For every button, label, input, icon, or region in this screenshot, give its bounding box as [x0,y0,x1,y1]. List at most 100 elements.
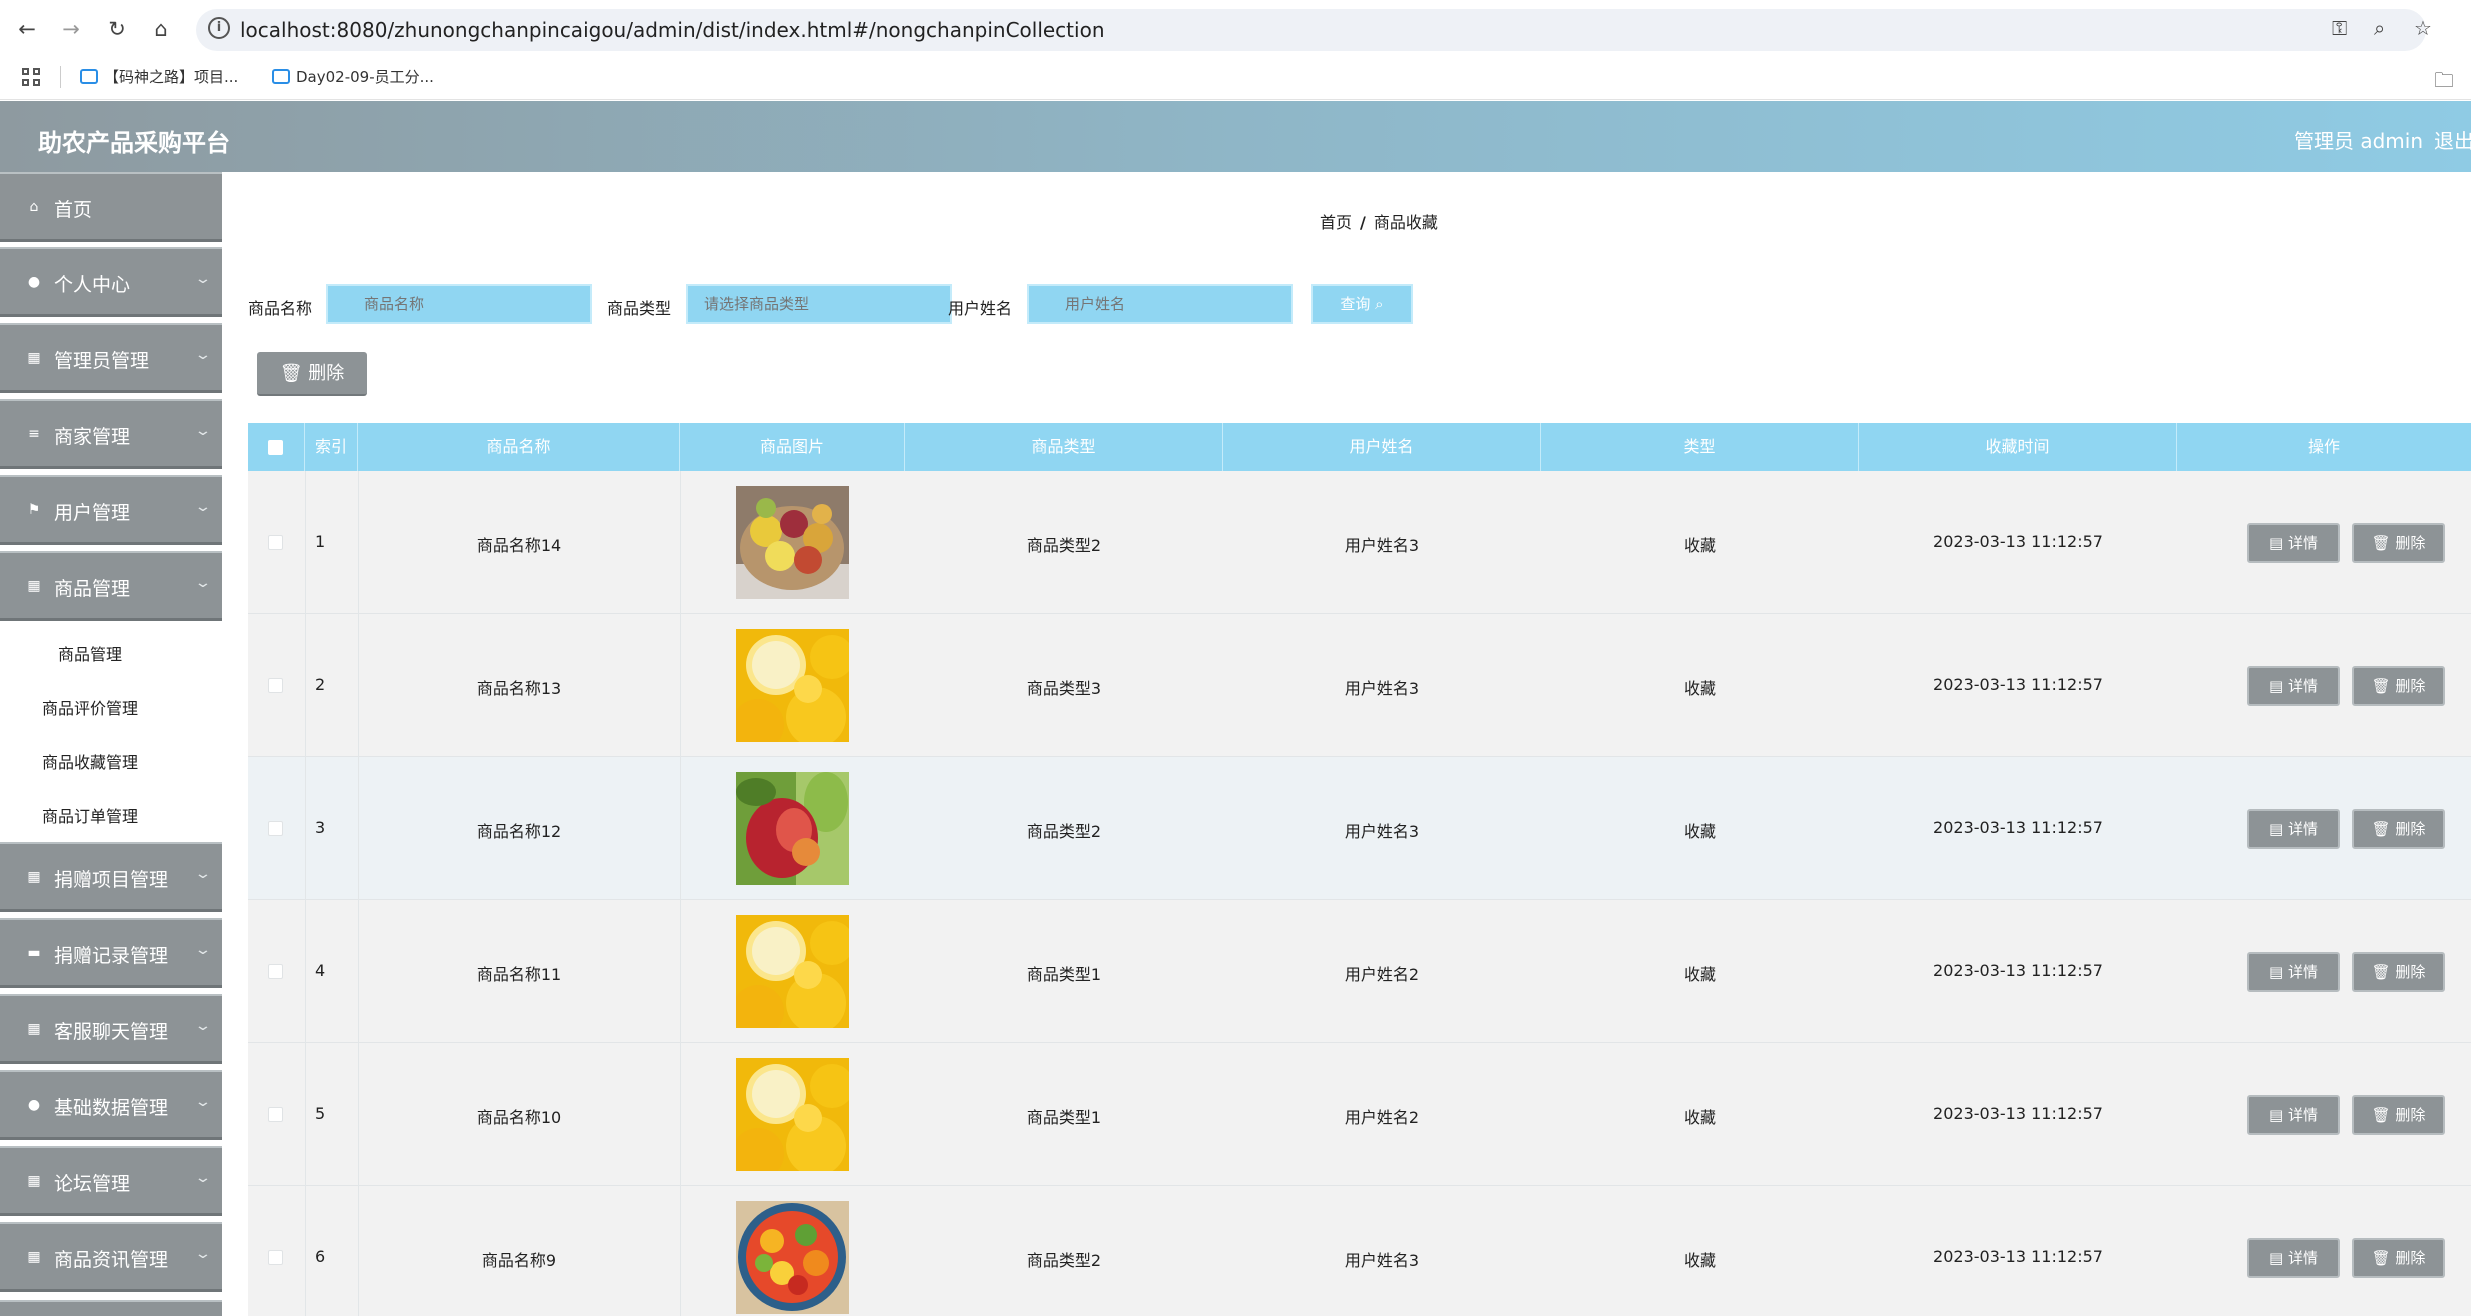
sidebar-item-label: 基础数据管理 [54,1097,169,1119]
forward-icon[interactable]: → [56,14,86,44]
query-button[interactable]: 查询 ⌕ [1311,284,1413,324]
grid-icon: ▦ [27,1021,41,1037]
bulk-delete-button[interactable]: 🗑 删除 [257,352,367,396]
sidebar: ⌂ 首页 ● 个人中心 ⌄ ▦ 管理员管理 ⌄ ≡ 商家管理 ⌄ ⚑ 用户管理 … [0,172,224,1316]
row-checkbox[interactable] [268,1107,283,1122]
select-all-checkbox[interactable] [268,440,283,455]
cell-time: 2023-03-13 11:12:57 [1933,961,2103,980]
header-time: 收藏时间 [1859,423,2177,471]
sidebar-item-label: 用户管理 [54,502,131,524]
product-type-select[interactable] [686,284,952,324]
sidebar-item-users[interactable]: ⚑ 用户管理 ⌄ [0,475,222,545]
sidebar-item-partial[interactable] [0,1300,222,1316]
delete-button[interactable]: 🗑 删除 [2352,809,2445,849]
detail-button[interactable]: ▤ 详情 [2247,666,2340,706]
delete-button[interactable]: 🗑 删除 [2352,1238,2445,1278]
row-checkbox[interactable] [268,964,283,979]
bookmarks-divider [60,66,61,88]
apps-icon[interactable] [22,68,42,88]
chevron-down-icon: ⌄ [194,866,212,882]
delete-button[interactable]: 🗑 删除 [2352,1095,2445,1135]
detail-button[interactable]: ▤ 详情 [2247,952,2340,992]
bookmark-label: 【码神之路】项目... [104,68,239,86]
trash-icon: 🗑 [2371,677,2391,695]
browser-toolbar: ← → ↻ ⌂ i localhost:8080/zhunongchanpinc… [0,0,2471,58]
header-actions: 操作 [2307,437,2340,456]
product-name-input[interactable] [326,284,592,324]
sidebar-item-home[interactable]: ⌂ 首页 [0,172,222,242]
delete-button[interactable]: 🗑 删除 [2352,952,2445,992]
product-image [736,915,849,1028]
sidebar-item-merchants[interactable]: ≡ 商家管理 ⌄ [0,399,222,469]
delete-button[interactable]: 🗑 删除 [2352,666,2445,706]
cell-user: 用户姓名3 [1344,679,1420,698]
chevron-down-icon: ⌄ [194,1170,212,1186]
sidebar-subitem-reviews[interactable]: 商品评价管理 [42,695,138,719]
key-icon[interactable]: ⚿ [2332,16,2347,40]
sidebar-item-personal[interactable]: ● 个人中心 ⌄ [0,247,222,317]
header-index: 索引 [305,423,358,471]
folder-icon[interactable]: 🗀 [2434,66,2454,100]
delete-label: 删除 [2395,963,2426,981]
grid-icon: ▦ [27,1249,41,1265]
reload-icon[interactable]: ↻ [102,14,132,44]
cell-time: 2023-03-13 11:12:57 [1933,1104,2103,1123]
detail-button[interactable]: ▤ 详情 [2247,523,2340,563]
document-icon: ▤ [2269,534,2284,552]
table-row: 2 商品名称13 商品类型3 用户姓名3 收藏 2023-03-13 11:12… [248,614,2471,757]
sidebar-item-label: 捐赠项目管理 [54,869,169,891]
sidebar-subitem-collections[interactable]: 商品收藏管理 [42,749,138,773]
cell-index: 5 [315,1104,326,1123]
sidebar-subitem-products[interactable]: 商品管理 [58,641,122,665]
back-icon[interactable]: ← [12,14,42,44]
detail-button[interactable]: ▤ 详情 [2247,1238,2340,1278]
logout-link[interactable]: 退出 [2434,125,2471,154]
sidebar-item-label: 客服聊天管理 [54,1021,169,1043]
url-text[interactable]: localhost:8080/zhunongchanpincaigou/admi… [240,18,1105,42]
sidebar-item-label: 首页 [54,199,93,221]
row-checkbox[interactable] [268,821,283,836]
cell-time: 2023-03-13 11:12:57 [1933,1247,2103,1266]
bookmark-item[interactable]: Day02-09-员工分... [272,66,434,87]
cell-name: 商品名称9 [481,1251,557,1270]
product-image [736,629,849,742]
cell-kind: 收藏 [1683,536,1716,555]
site-info-icon[interactable]: i [208,17,230,39]
detail-label: 详情 [2287,677,2318,695]
detail-button[interactable]: ▤ 详情 [2247,809,2340,849]
grid-icon: ▦ [27,1173,41,1189]
bookmark-item[interactable]: 【码神之路】项目... [80,66,238,87]
sidebar-item-base-data[interactable]: ● 基础数据管理 ⌄ [0,1070,222,1140]
row-checkbox[interactable] [268,535,283,550]
grid-icon: ▦ [27,350,41,366]
row-checkbox[interactable] [268,678,283,693]
sidebar-item-donation-records[interactable]: ▬ 捐赠记录管理 ⌄ [0,918,222,988]
sidebar-subitem-orders[interactable]: 商品订单管理 [42,803,138,827]
sidebar-item-chat[interactable]: ▦ 客服聊天管理 ⌄ [0,994,222,1064]
zoom-icon[interactable]: ⌕ [2374,16,2385,40]
home-icon[interactable]: ⌂ [146,14,176,44]
document-icon: ▤ [2269,963,2284,981]
sidebar-item-admins[interactable]: ▦ 管理员管理 ⌄ [0,323,222,393]
breadcrumb-home[interactable]: 首页 [1320,213,1352,232]
chevron-down-icon: ⌄ [194,942,212,958]
bulk-delete-label: 删除 [308,363,345,384]
user-name-input[interactable] [1027,284,1293,324]
header-image: 商品图片 [680,423,905,471]
cell-kind: 收藏 [1683,822,1716,841]
cell-kind: 收藏 [1683,965,1716,984]
row-checkbox[interactable] [268,1250,283,1265]
sidebar-item-products[interactable]: ▦ 商品管理 ⌄ [0,551,222,621]
app-header: 助农产品采购平台 管理员 admin 退出 [0,101,2471,172]
list-icon: ≡ [28,426,40,442]
sidebar-item-news[interactable]: ▦ 商品资讯管理 ⌄ [0,1222,222,1292]
grid-icon: ▦ [27,869,41,885]
star-icon[interactable]: ☆ [2414,16,2432,40]
product-image [736,1058,849,1171]
table-row: 5 商品名称10 商品类型1 用户姓名2 收藏 2023-03-13 11:12… [248,1043,2471,1186]
sidebar-item-forum[interactable]: ▦ 论坛管理 ⌄ [0,1146,222,1216]
detail-button[interactable]: ▤ 详情 [2247,1095,2340,1135]
delete-button[interactable]: 🗑 删除 [2352,523,2445,563]
sidebar-item-donation-projects[interactable]: ▦ 捐赠项目管理 ⌄ [0,842,222,912]
document-icon: ▤ [2269,1106,2284,1124]
